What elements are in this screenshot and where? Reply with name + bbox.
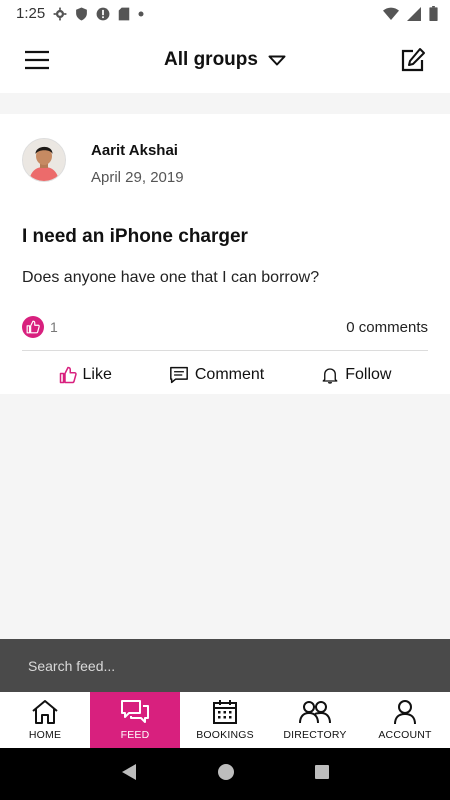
like-count: 1 [50,319,58,335]
sd-card-icon [118,7,130,21]
android-nav-bar [0,748,450,800]
nav-home-label: HOME [28,729,62,741]
app-header: All groups [0,27,450,93]
home-icon [32,700,58,724]
person-icon [394,700,416,725]
group-title: All groups [164,49,258,70]
follow-label: Follow [345,366,392,383]
wifi-icon [383,7,399,21]
people-icon [299,701,331,724]
post-body: Does anyone have one that I can borrow? [22,269,320,286]
settings-icon [53,7,67,21]
signal-icon [407,6,421,21]
hamburger-icon [25,50,49,70]
battery-icon [429,6,438,21]
triangle-down-icon [268,55,286,65]
nav-account-label: ACCOUNT [378,729,432,741]
divider [22,350,428,351]
status-left: 1:25 [16,5,144,22]
search-input[interactable] [26,656,424,675]
actions-row: Like Comment Follow [0,358,450,392]
nav-home[interactable]: HOME [0,692,90,748]
post-title: I need an iPhone charger [22,226,248,247]
comments-count[interactable]: 0 comments [346,319,428,336]
group-selector[interactable]: All groups [164,49,286,71]
shield-icon [75,7,88,21]
status-time: 1:25 [16,5,46,22]
nav-bookings[interactable]: BOOKINGS [180,692,270,748]
compose-button[interactable] [398,45,428,75]
comment-icon [169,366,188,384]
author-name[interactable]: Aarit Akshai [91,142,184,159]
chat-icon [121,700,149,723]
like-summary[interactable]: 1 [22,316,58,338]
post-date: April 29, 2019 [91,169,184,186]
status-right [383,6,438,21]
author-row: Aarit Akshai April 29, 2019 [22,138,184,186]
nav-directory-label: DIRECTORY [283,729,347,741]
nav-directory[interactable]: DIRECTORY [270,692,360,748]
menu-button[interactable] [22,45,52,75]
comment-button[interactable]: Comment [169,366,264,384]
alert-icon [96,7,110,21]
home-circle-icon[interactable] [217,763,235,786]
bell-icon [322,368,338,384]
like-badge-icon [22,316,44,338]
like-label: Like [82,366,112,383]
thumbs-up-icon [59,366,77,384]
status-bar: 1:25 [0,0,450,27]
nav-bookings-label: BOOKINGS [196,729,254,741]
dot-icon [138,11,144,17]
stats-row: 1 0 comments [22,314,428,340]
compose-icon [401,48,425,72]
back-icon[interactable] [120,763,138,786]
nav-feed[interactable]: FEED [90,692,180,748]
follow-button[interactable]: Follow [321,366,391,384]
nav-account[interactable]: ACCOUNT [360,692,450,748]
search-bar [0,639,450,692]
nav-feed-label: FEED [120,729,150,741]
recents-icon[interactable] [314,764,330,785]
comment-label: Comment [194,366,265,383]
post-card[interactable]: Aarit Akshai April 29, 2019 I need an iP… [0,114,450,394]
author-info: Aarit Akshai April 29, 2019 [91,138,184,186]
calendar-icon [213,700,237,724]
like-button[interactable]: Like [59,366,112,384]
avatar[interactable] [22,138,66,182]
bottom-nav: HOME FEED BOOKINGS DIRECTORY ACCOUNT [0,692,450,748]
